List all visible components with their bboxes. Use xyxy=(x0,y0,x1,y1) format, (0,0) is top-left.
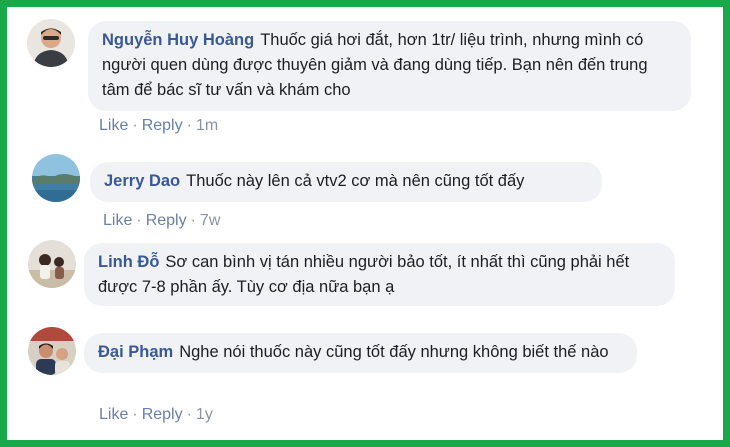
separator: · xyxy=(186,406,192,423)
comment-bubble: Đại Phạm Nghe nói thuốc này cũng tốt đấy … xyxy=(84,333,637,373)
separator: · xyxy=(186,117,192,134)
comment-text: Nghe nói thuốc này cũng tốt đấy nhưng kh… xyxy=(179,343,609,361)
like-link[interactable]: Like xyxy=(99,117,128,134)
comment-author[interactable]: Nguyễn Huy Hoàng xyxy=(102,31,254,49)
separator: · xyxy=(190,212,196,229)
comment-author[interactable]: Đại Phạm xyxy=(98,343,173,361)
avatar-photo-icon xyxy=(27,19,75,67)
comment-text: Thuốc này lên cả vtv2 cơ mà nên cũng tốt… xyxy=(186,172,525,190)
comment-actions: Like · Reply · 1y xyxy=(99,406,213,424)
comment-timestamp[interactable]: 1y xyxy=(196,406,213,423)
screenshot-frame: Nguyễn Huy Hoàng Thuốc giá hơi đắt, hơn 1… xyxy=(0,0,730,447)
like-link[interactable]: Like xyxy=(103,212,132,229)
separator: · xyxy=(132,406,138,423)
comment-timestamp[interactable]: 7w xyxy=(200,212,220,229)
avatar[interactable] xyxy=(28,240,76,288)
separator: · xyxy=(132,117,138,134)
comment-timestamp[interactable]: 1m xyxy=(196,117,218,134)
comment-bubble: Linh Đỗ Sơ can bình vị tán nhiều người bả… xyxy=(84,243,675,306)
avatar[interactable] xyxy=(32,154,80,202)
reply-link[interactable]: Reply xyxy=(142,406,183,423)
like-link[interactable]: Like xyxy=(99,406,128,423)
separator: · xyxy=(136,212,142,229)
avatar[interactable] xyxy=(27,19,75,67)
reply-link[interactable]: Reply xyxy=(142,117,183,134)
comment-text: Sơ can bình vị tán nhiều người bảo tốt, … xyxy=(98,253,630,296)
reply-link[interactable]: Reply xyxy=(146,212,187,229)
comment-author[interactable]: Jerry Dao xyxy=(104,172,180,190)
avatar-landscape-icon xyxy=(32,154,80,202)
avatar-photo-icon xyxy=(28,240,76,288)
comment-bubble: Nguyễn Huy Hoàng Thuốc giá hơi đắt, hơn 1… xyxy=(88,21,691,111)
avatar-photo-icon xyxy=(28,327,76,375)
comment-actions: Like · Reply · 1m xyxy=(99,117,218,135)
comment-author[interactable]: Linh Đỗ xyxy=(98,253,159,271)
comment-actions: Like · Reply · 7w xyxy=(103,212,220,230)
avatar[interactable] xyxy=(28,327,76,375)
comment-bubble: Jerry Dao Thuốc này lên cả vtv2 cơ mà nên… xyxy=(90,162,602,202)
